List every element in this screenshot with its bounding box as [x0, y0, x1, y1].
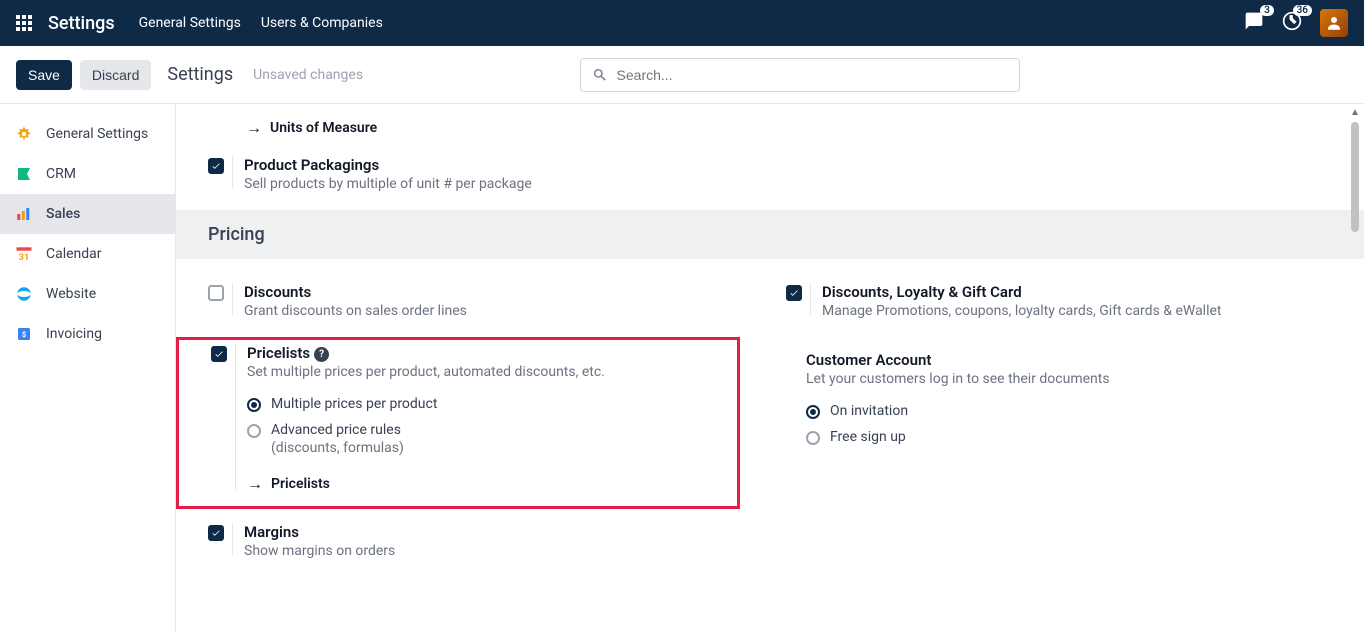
app-title: Settings: [48, 13, 115, 34]
sidebar-item-label: Website: [46, 286, 96, 302]
radio-multi-prices[interactable]: Multiple prices per product: [247, 396, 737, 412]
activity-badge: 36: [1293, 5, 1312, 16]
content: → Units of Measure Product Packagings Se…: [176, 104, 1364, 633]
packagings-desc: Sell products by multiple of unit # per …: [244, 176, 1364, 192]
sidebar-item-label: Sales: [46, 206, 80, 222]
checkbox-margins[interactable]: [208, 525, 224, 541]
sidebar-item-calendar[interactable]: 31 Calendar: [0, 234, 175, 274]
sidebar: General Settings CRM Sales 31 Calendar W…: [0, 104, 176, 633]
website-icon: [14, 284, 34, 304]
margins-desc: Show margins on orders: [244, 543, 1364, 559]
svg-text:31: 31: [19, 253, 30, 263]
checkbox-packagings[interactable]: [208, 158, 224, 174]
customer-account-desc: Let your customers log in to see their d…: [806, 371, 1304, 387]
help-icon[interactable]: ?: [314, 347, 329, 362]
pricelists-title: Pricelists?: [247, 344, 737, 362]
search-input[interactable]: [580, 58, 1020, 92]
unsaved-indicator: Unsaved changes: [253, 67, 363, 83]
loyalty-title: Discounts, Loyalty & Gift Card: [822, 283, 1304, 301]
scroll-up-icon[interactable]: ▲: [1348, 104, 1362, 120]
loyalty-desc: Manage Promotions, coupons, loyalty card…: [822, 303, 1304, 319]
margins-title: Margins: [244, 523, 1364, 541]
sidebar-item-label: Invoicing: [46, 326, 102, 342]
packagings-title: Product Packagings: [244, 156, 1364, 174]
arrow-right-icon: →: [246, 118, 262, 138]
apps-icon[interactable]: [16, 15, 32, 31]
pricelists-link[interactable]: → Pricelists: [247, 474, 737, 494]
search-wrap: [580, 58, 1020, 92]
sales-icon: [14, 204, 34, 224]
chat-badge: 3: [1260, 5, 1274, 16]
sidebar-item-label: General Settings: [46, 126, 148, 142]
radio-on-invitation[interactable]: On invitation: [806, 403, 1304, 419]
sidebar-item-label: CRM: [46, 166, 76, 182]
gear-icon: [14, 124, 34, 144]
checkbox-loyalty[interactable]: [786, 285, 802, 301]
scrollbar[interactable]: ▲: [1348, 104, 1362, 633]
sidebar-item-sales[interactable]: Sales: [0, 194, 175, 234]
save-button[interactable]: Save: [16, 60, 72, 90]
uom-link[interactable]: → Units of Measure: [176, 104, 1364, 152]
sidebar-item-invoicing[interactable]: $ Invoicing: [0, 314, 175, 354]
radio-advanced-rules[interactable]: Advanced price rules: [247, 422, 737, 438]
pricelists-desc: Set multiple prices per product, automat…: [247, 364, 737, 380]
activity-icon[interactable]: 36: [1282, 11, 1302, 35]
radio-free-signup[interactable]: Free sign up: [806, 429, 1304, 445]
calendar-icon: 31: [14, 244, 34, 264]
section-pricing: Pricing: [176, 210, 1364, 259]
scrollbar-thumb[interactable]: [1351, 122, 1359, 232]
topbar: Settings General Settings Users & Compan…: [0, 0, 1364, 46]
breadcrumb: Settings: [167, 64, 233, 85]
chat-icon[interactable]: 3: [1244, 11, 1264, 35]
invoicing-icon: $: [14, 324, 34, 344]
avatar[interactable]: [1320, 9, 1348, 37]
svg-text:$: $: [22, 330, 26, 339]
sidebar-item-label: Calendar: [46, 246, 102, 262]
sidebar-item-crm[interactable]: CRM: [0, 154, 175, 194]
crm-icon: [14, 164, 34, 184]
sidebar-item-website[interactable]: Website: [0, 274, 175, 314]
search-icon: [592, 67, 608, 83]
nav-general-settings[interactable]: General Settings: [139, 15, 241, 31]
discard-button[interactable]: Discard: [80, 60, 151, 90]
checkbox-pricelists[interactable]: [211, 346, 227, 362]
discounts-desc: Grant discounts on sales order lines: [244, 303, 756, 319]
arrow-right-icon: →: [247, 474, 263, 494]
sidebar-item-general[interactable]: General Settings: [0, 114, 175, 154]
customer-account-title: Customer Account: [806, 351, 1304, 369]
discounts-title: Discounts: [244, 283, 756, 301]
pricelists-highlight: Pricelists? Set multiple prices per prod…: [176, 337, 740, 509]
toolbar: Save Discard Settings Unsaved changes: [0, 46, 1364, 104]
nav-users-companies[interactable]: Users & Companies: [261, 15, 383, 31]
checkbox-discounts[interactable]: [208, 285, 224, 301]
